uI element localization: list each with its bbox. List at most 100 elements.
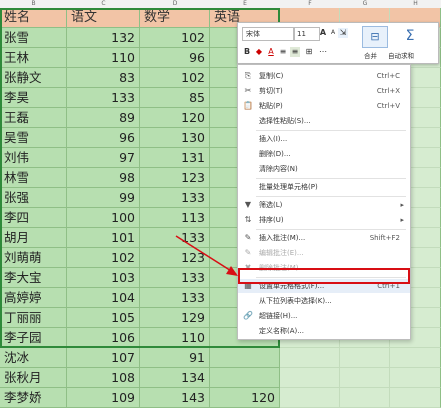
increase-font-icon[interactable]: A <box>318 28 328 38</box>
header-name[interactable]: 姓名 <box>0 8 67 28</box>
math-score-cell[interactable]: 133 <box>140 288 210 308</box>
math-score-cell[interactable]: 113 <box>140 208 210 228</box>
menu-item-filter[interactable]: ▼ 筛选(L) ▸ <box>238 198 410 212</box>
english-score-cell[interactable]: 120 <box>210 388 280 408</box>
menu-item-format-cells[interactable]: ▦ 设置单元格格式(F)... Ctrl+1 <box>238 279 410 293</box>
align-icon[interactable]: ≡ <box>278 47 288 57</box>
border-icon[interactable]: ⊞ <box>304 47 314 57</box>
column-header-e[interactable]: E <box>210 0 281 8</box>
empty-cell[interactable] <box>280 368 340 388</box>
math-score-cell[interactable]: 143 <box>140 388 210 408</box>
menu-item-delete-comment[interactable]: ✖ 删除批注(M) <box>238 261 410 275</box>
math-score-cell[interactable]: 133 <box>140 188 210 208</box>
chinese-score-cell[interactable]: 103 <box>67 268 140 288</box>
math-score-cell[interactable]: 134 <box>140 368 210 388</box>
name-cell[interactable]: 李子园 <box>0 328 67 348</box>
empty-cell[interactable] <box>340 388 390 408</box>
math-score-cell[interactable]: 85 <box>140 88 210 108</box>
chinese-score-cell[interactable]: 110 <box>67 48 140 68</box>
center-align-icon[interactable]: ≡ <box>290 47 300 57</box>
empty-cell[interactable] <box>390 388 441 408</box>
font-name-box[interactable]: 宋体 <box>242 27 295 41</box>
math-score-cell[interactable]: 96 <box>140 48 210 68</box>
name-cell[interactable]: 李四 <box>0 208 67 228</box>
menu-item-batch[interactable]: 批量处理单元格(P) <box>238 180 410 194</box>
empty-cell[interactable] <box>340 348 390 368</box>
math-score-cell[interactable]: 110 <box>140 328 210 348</box>
menu-item-edit-comment[interactable]: ✎ 编辑批注(E)... <box>238 246 410 260</box>
chinese-score-cell[interactable]: 96 <box>67 128 140 148</box>
math-score-cell[interactable]: 102 <box>140 68 210 88</box>
chinese-score-cell[interactable]: 97 <box>67 148 140 168</box>
chinese-score-cell[interactable]: 106 <box>67 328 140 348</box>
name-cell[interactable]: 刘萌萌 <box>0 248 67 268</box>
menu-item-paste[interactable]: 📋 粘贴(P) Ctrl+V <box>238 99 410 113</box>
chinese-score-cell[interactable]: 107 <box>67 348 140 368</box>
autosum-label[interactable]: 自动求和 <box>388 50 414 60</box>
chinese-score-cell[interactable]: 99 <box>67 188 140 208</box>
chinese-score-cell[interactable]: 100 <box>67 208 140 228</box>
merge-label[interactable]: 合并 <box>364 50 377 60</box>
fill-color-icon[interactable]: ◆ <box>254 47 264 57</box>
name-cell[interactable]: 张雪 <box>0 28 67 48</box>
math-score-cell[interactable]: 131 <box>140 148 210 168</box>
math-score-cell[interactable]: 123 <box>140 168 210 188</box>
name-cell[interactable]: 李梦娇 <box>0 388 67 408</box>
name-cell[interactable]: 张秋月 <box>0 368 67 388</box>
name-cell[interactable]: 王磊 <box>0 108 67 128</box>
math-score-cell[interactable]: 129 <box>140 308 210 328</box>
column-header-f[interactable]: F <box>280 0 341 8</box>
menu-item-dropdown[interactable]: 从下拉列表中选择(K)... <box>238 294 410 308</box>
menu-item-copy[interactable]: ⎘ 复制(C) Ctrl+C <box>238 69 410 83</box>
name-cell[interactable]: 张静文 <box>0 68 67 88</box>
math-score-cell[interactable]: 133 <box>140 268 210 288</box>
math-score-cell[interactable]: 91 <box>140 348 210 368</box>
bold-icon[interactable]: B <box>242 47 252 57</box>
math-score-cell[interactable]: 123 <box>140 248 210 268</box>
chinese-score-cell[interactable]: 109 <box>67 388 140 408</box>
empty-cell[interactable] <box>280 388 340 408</box>
menu-item-comment[interactable]: ✎ 插入批注(M)... Shift+F2 <box>238 231 410 245</box>
math-score-cell[interactable]: 120 <box>140 108 210 128</box>
empty-cell[interactable] <box>280 348 340 368</box>
chinese-score-cell[interactable]: 101 <box>67 228 140 248</box>
menu-item-delete[interactable]: 删除(D)... <box>238 147 410 161</box>
empty-cell[interactable] <box>390 368 441 388</box>
chinese-score-cell[interactable]: 108 <box>67 368 140 388</box>
header-math[interactable]: 数学 <box>140 8 210 28</box>
menu-item-scissors[interactable]: ✂ 剪切(T) Ctrl+X <box>238 84 410 98</box>
chinese-score-cell[interactable]: 102 <box>67 248 140 268</box>
math-score-cell[interactable]: 130 <box>140 128 210 148</box>
chinese-score-cell[interactable]: 133 <box>67 88 140 108</box>
name-cell[interactable]: 吴雪 <box>0 128 67 148</box>
menu-item-insert[interactable]: 插入(I)... <box>238 132 410 146</box>
name-cell[interactable]: 高婷婷 <box>0 288 67 308</box>
column-header-g[interactable]: G <box>340 0 391 8</box>
chinese-score-cell[interactable]: 89 <box>67 108 140 128</box>
font-size-box[interactable]: 11 <box>293 27 320 41</box>
menu-item-hyperlink[interactable]: 🔗 超链接(H)... <box>238 309 410 323</box>
empty-cell[interactable] <box>390 348 441 368</box>
chinese-score-cell[interactable]: 104 <box>67 288 140 308</box>
merge-icon[interactable]: ⊟ <box>362 26 388 48</box>
column-header-d[interactable]: D <box>140 0 211 8</box>
math-score-cell[interactable]: 102 <box>140 28 210 48</box>
name-cell[interactable]: 张强 <box>0 188 67 208</box>
column-header-b[interactable]: B <box>0 0 68 8</box>
name-cell[interactable]: 刘伟 <box>0 148 67 168</box>
font-color-icon[interactable]: A <box>266 47 276 57</box>
menu-item-define-name[interactable]: 定义名称(A)... <box>238 324 410 338</box>
menu-item-paste-special[interactable]: 选择性粘贴(S)... <box>238 114 410 128</box>
more-icon[interactable]: ⋯ <box>318 47 328 57</box>
name-cell[interactable]: 胡月 <box>0 228 67 248</box>
name-cell[interactable]: 丁丽丽 <box>0 308 67 328</box>
menu-item-clear[interactable]: 清除内容(N) <box>238 162 410 176</box>
column-header-c[interactable]: C <box>67 0 141 8</box>
name-cell[interactable]: 沈冰 <box>0 348 67 368</box>
chinese-score-cell[interactable]: 98 <box>67 168 140 188</box>
chinese-score-cell[interactable]: 105 <box>67 308 140 328</box>
menu-item-sort[interactable]: ⇅ 排序(U) ▸ <box>238 213 410 227</box>
name-cell[interactable]: 李昊 <box>0 88 67 108</box>
math-score-cell[interactable]: 133 <box>140 228 210 248</box>
decrease-font-icon[interactable]: A <box>328 28 338 38</box>
